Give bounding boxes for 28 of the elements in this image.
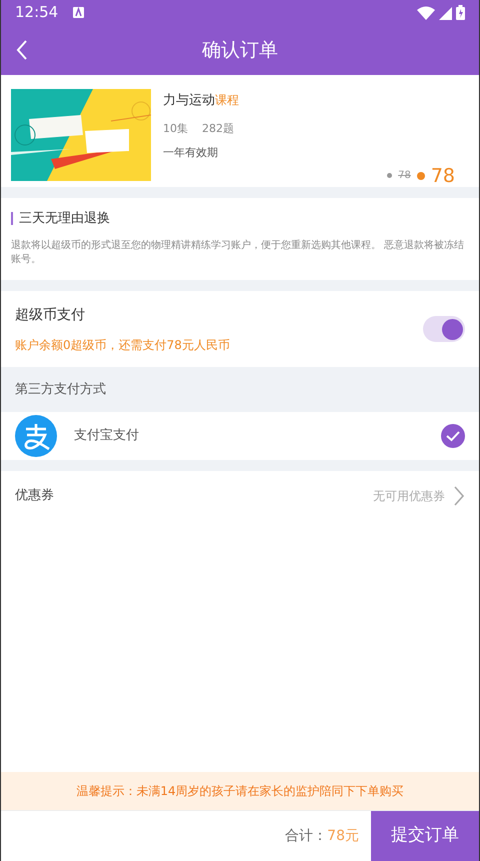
course-title: 力与运动课程	[163, 92, 240, 110]
check-icon	[441, 424, 465, 448]
total-label: 合计：	[285, 826, 328, 846]
status-time: 12:54	[15, 2, 58, 24]
submit-order-button[interactable]: 提交订单	[371, 811, 479, 861]
page-title: 确认订单	[202, 38, 278, 63]
question-count: 282题	[202, 120, 234, 136]
section-header: 第三方支付方式	[1, 367, 479, 412]
coin-pay-label: 超级币支付	[15, 306, 86, 324]
section-title: 三天无理由退换	[11, 212, 469, 225]
episode-count: 10集	[163, 120, 188, 136]
dot-icon	[387, 173, 392, 178]
chevron-right-icon	[453, 486, 465, 506]
payment-logo-icon	[15, 415, 57, 457]
back-icon[interactable]	[15, 39, 29, 61]
notice-text: 温馨提示：未满14周岁的孩子请在家长的监护陪同下下单购买	[1, 772, 479, 810]
refund-description: 退款将以超级币的形式退至您的物理精讲精练学习账户，便于您重新选购其他课程。 恶意退款将被冻结账号。	[11, 239, 466, 266]
toggle-switch[interactable]	[423, 316, 465, 342]
price: 78	[430, 164, 455, 188]
wifi-icon	[417, 6, 435, 20]
signal-icon	[439, 6, 452, 20]
balance-note: 账户余额0超级币，还需支付78元人民币	[15, 336, 230, 354]
validity-text: 一年有效期	[163, 145, 219, 161]
notification-icon	[72, 6, 86, 19]
dot-icon	[416, 172, 425, 180]
battery-icon	[456, 5, 465, 20]
total-amount: 78元	[327, 826, 359, 846]
original-price: 78	[398, 169, 411, 184]
